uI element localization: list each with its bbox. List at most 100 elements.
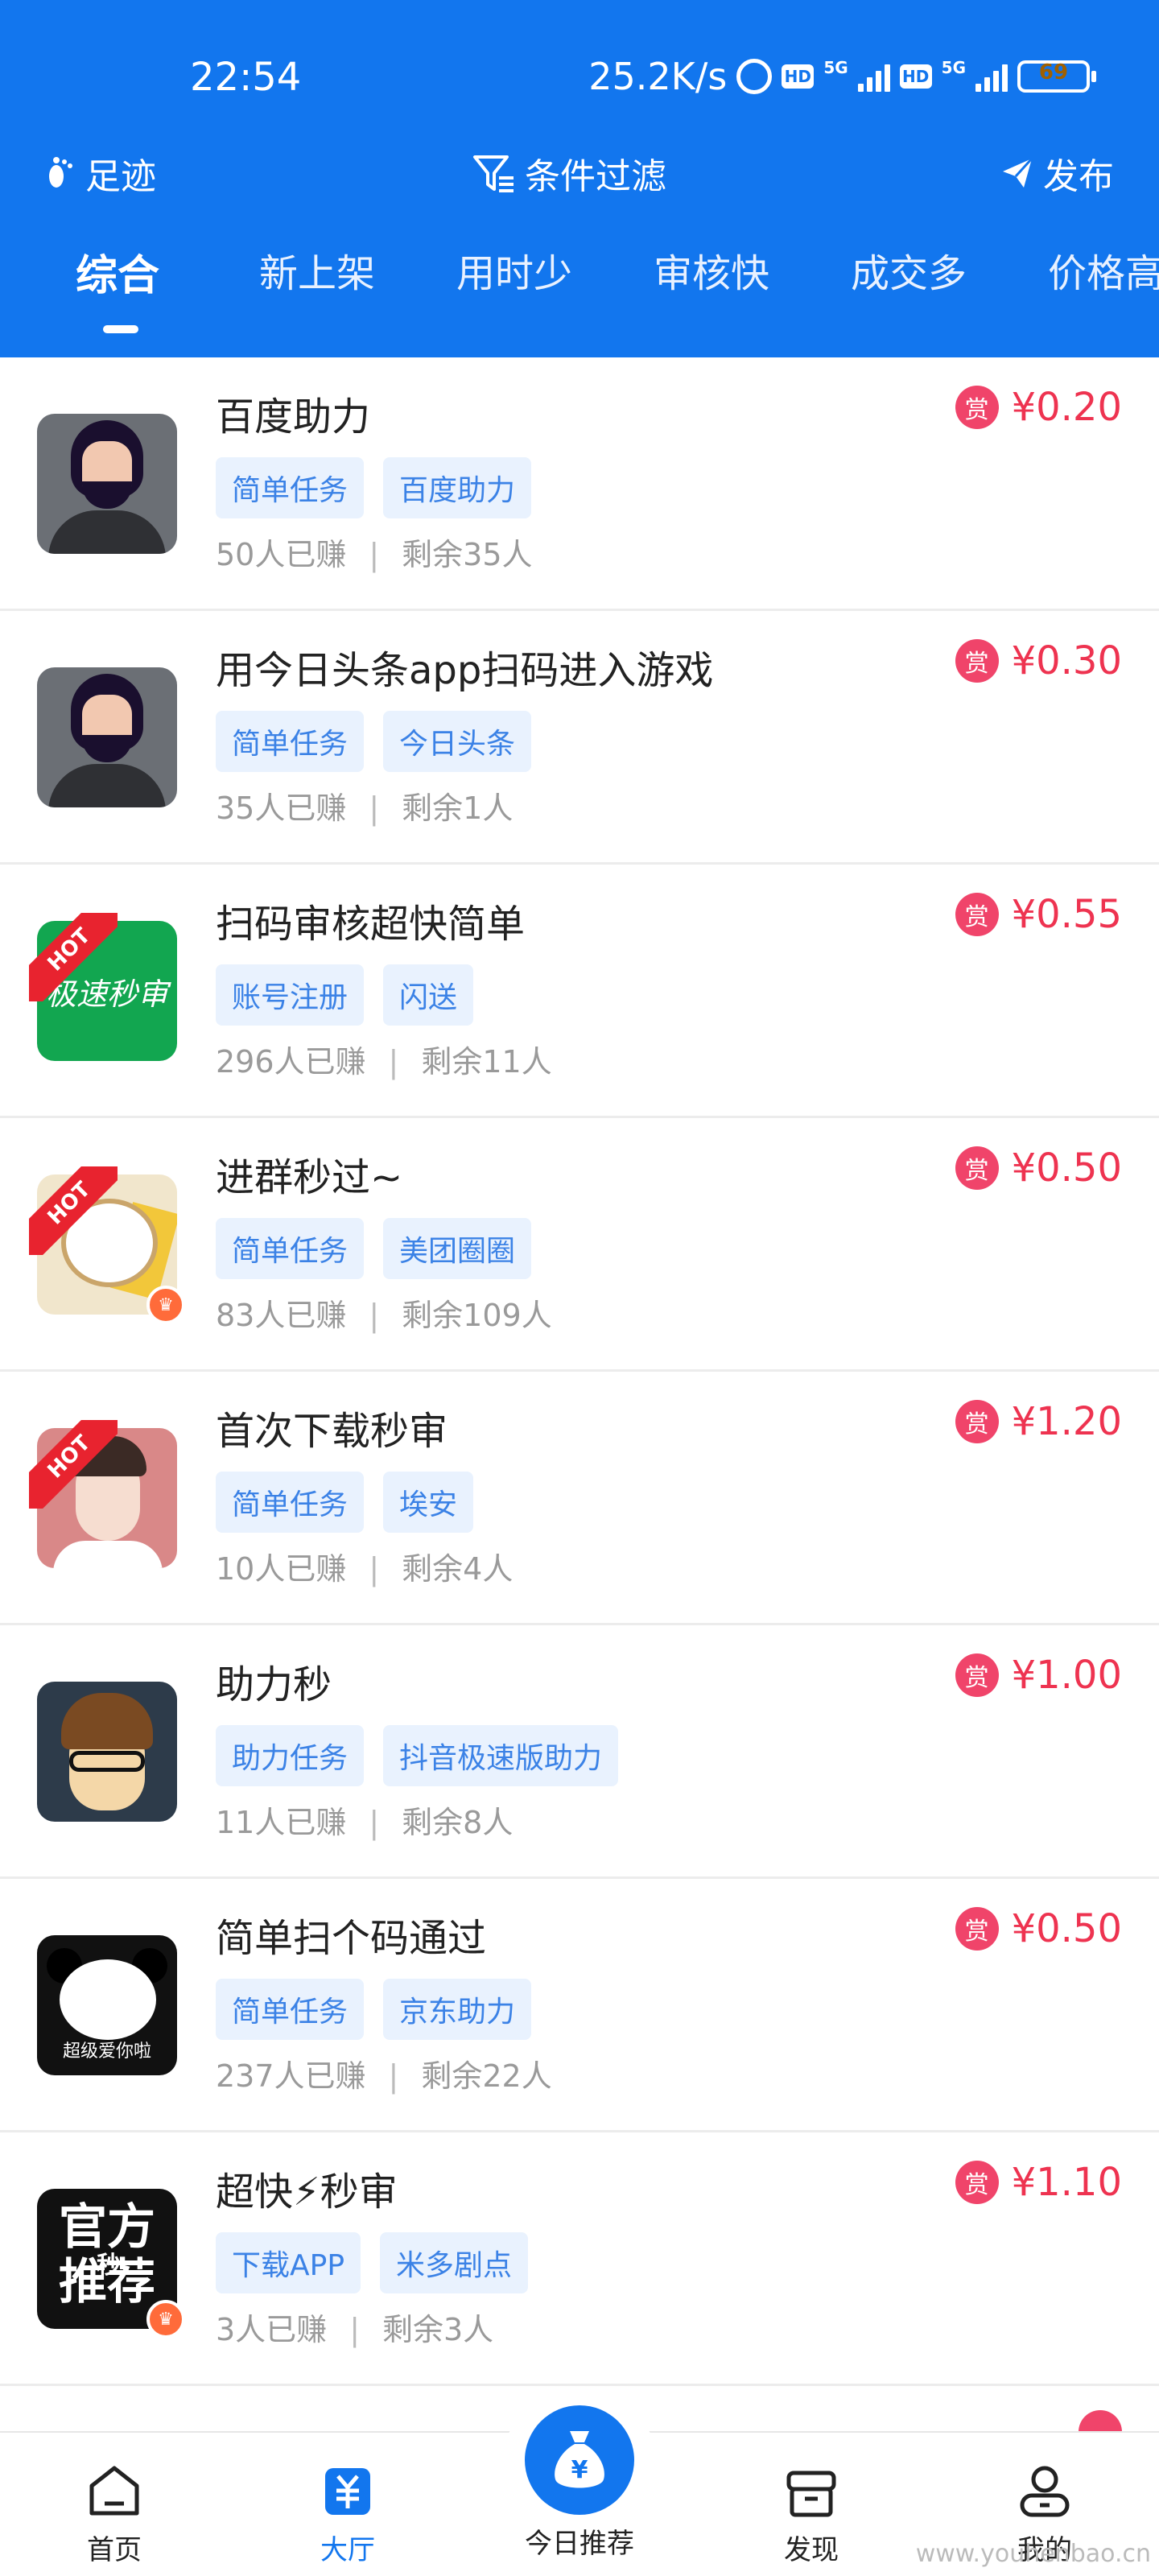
earned-count: 11人已赚 <box>216 1805 347 1840</box>
hd-icon-2: HD <box>899 64 932 89</box>
battery-level: 69 <box>1038 60 1069 85</box>
task-item[interactable]: 用今日头条app扫码进入游戏 简单任务 今日头条 35人已赚 | 剩余1人 赏 ¥0.… <box>0 611 1159 865</box>
tab-less-time[interactable]: 用时少 <box>456 242 572 298</box>
avatar <box>37 667 177 807</box>
footprint-label: 足迹 <box>85 156 156 197</box>
task-item[interactable]: 官方 推荐 秒 ♛ 超快⚡秒审 下载APP 米多剧点 3人已赚 | 剩余3人 赏 ¥1… <box>0 2132 1159 2386</box>
status-bar: 22:54 25.2K/s HD 5G HD 5G 69 <box>0 48 1159 113</box>
publish-button[interactable]: 发布 <box>1000 137 1114 209</box>
reward-price: ¥1.00 <box>1011 1653 1122 1698</box>
send-icon <box>1003 157 1033 188</box>
network-speed: 25.2K/s <box>588 55 728 98</box>
footprint-icon <box>49 157 72 188</box>
reward: 赏 ¥1.10 <box>955 2160 1122 2205</box>
task-title: 扫码审核超快简单 <box>216 902 526 947</box>
reward: 赏 ¥0.50 <box>955 1146 1122 1191</box>
signal-bars-icon-2 <box>975 61 1008 92</box>
tag: 米多剧点 <box>380 2232 529 2293</box>
reward: 赏 ¥0.30 <box>955 638 1122 683</box>
reward-badge: 赏 <box>955 2161 999 2204</box>
avatar-text-mid: 秒 <box>97 2252 121 2280</box>
battery-icon: 69 <box>1017 60 1096 93</box>
watermark: www.youhenbao.cn <box>915 2540 1151 2568</box>
remaining-count: 剩余4人 <box>402 1551 514 1587</box>
footprint-button[interactable]: 足迹 <box>45 137 156 209</box>
tab-price[interactable]: 价格高 <box>1048 242 1159 298</box>
money-bag-icon: ¥ <box>555 2431 604 2488</box>
hot-ribbon: HOT <box>29 1166 118 1255</box>
tab-new[interactable]: 新上架 <box>259 242 375 298</box>
status-time: 22:54 <box>190 55 302 100</box>
task-tags: 简单任务 美团圈圈 <box>216 1218 532 1279</box>
task-title: 用今日头条app扫码进入游戏 <box>216 648 714 693</box>
reward-price: ¥0.50 <box>1011 1146 1122 1191</box>
tag: 闪送 <box>383 964 474 1026</box>
earned-count: 83人已赚 <box>216 1298 347 1333</box>
nav-discover[interactable]: 发现 <box>747 2462 876 2567</box>
5g-label: 5G <box>823 58 848 77</box>
5g-label-2: 5G <box>941 58 966 77</box>
tag: 抖音极速版助力 <box>383 1725 619 1786</box>
task-meta: 50人已赚 | 剩余35人 <box>216 537 533 572</box>
avatar: 超级爱你啦 <box>37 1935 177 2075</box>
hot-ribbon: HOT <box>29 913 118 1001</box>
nav-discover-label: 发现 <box>784 2534 839 2566</box>
nav-home-label: 首页 <box>87 2534 142 2566</box>
crown-icon: ♛ <box>146 1286 185 1324</box>
reward-badge: 赏 <box>955 1653 999 1697</box>
reward: 赏 ¥0.55 <box>955 892 1122 937</box>
task-meta: 35人已赚 | 剩余1人 <box>216 791 514 826</box>
filter-label: 条件过滤 <box>525 156 666 197</box>
nav-home[interactable]: 首页 <box>50 2462 179 2567</box>
nav-hall[interactable]: 大厅 <box>283 2462 412 2567</box>
tag: 简单任务 <box>216 1472 365 1533</box>
tag: 下载APP <box>216 2232 361 2293</box>
task-item[interactable]: 超级爱你啦 简单扫个码通过 简单任务 京东助力 237人已赚 | 剩余22人 赏 ¥0… <box>0 1879 1159 2132</box>
tab-fast-review[interactable]: 审核快 <box>654 242 769 298</box>
reward-price: ¥1.20 <box>1011 1399 1122 1444</box>
tab-comprehensive[interactable]: 综合 <box>76 242 159 302</box>
tag: 简单任务 <box>216 711 365 772</box>
earned-count: 237人已赚 <box>216 2058 366 2094</box>
remaining-count: 剩余35人 <box>402 537 533 572</box>
filter-icon <box>473 155 514 192</box>
tag: 助力任务 <box>216 1725 365 1786</box>
task-item[interactable]: HOT ♛ 进群秒过~ 简单任务 美团圈圈 83人已赚 | 剩余109人 赏 ¥0.5… <box>0 1118 1159 1372</box>
tab-most-deals[interactable]: 成交多 <box>851 242 967 298</box>
earned-count: 35人已赚 <box>216 791 347 826</box>
task-meta: 237人已赚 | 剩余22人 <box>216 2058 552 2094</box>
reward: 赏 ¥1.00 <box>955 1653 1122 1698</box>
reward-price: ¥0.55 <box>1011 892 1122 937</box>
task-tags: 助力任务 抖音极速版助力 <box>216 1725 619 1786</box>
tag: 简单任务 <box>216 1979 365 2040</box>
remaining-count: 剩余22人 <box>421 2058 552 2094</box>
remaining-count: 剩余8人 <box>402 1805 514 1840</box>
alarm-icon <box>736 59 773 94</box>
task-meta: 296人已赚 | 剩余11人 <box>216 1044 552 1080</box>
earned-count: 50人已赚 <box>216 537 347 572</box>
task-meta: 3人已赚 | 剩余3人 <box>216 2312 494 2347</box>
task-title: 超快⚡秒审 <box>216 2169 398 2215</box>
tab-indicator <box>103 325 138 333</box>
task-title: 进群秒过~ <box>216 1155 403 1200</box>
filter-button[interactable]: 条件过滤 <box>472 137 666 209</box>
today-recommend-label: 今日推荐 <box>525 2528 634 2560</box>
tag: 今日头条 <box>383 711 532 772</box>
earned-count: 10人已赚 <box>216 1551 347 1587</box>
reward-badge: 赏 <box>955 1146 999 1190</box>
task-item[interactable]: HOT 首次下载秒审 简单任务 埃安 10人已赚 | 剩余4人 赏 ¥1.20 <box>0 1372 1159 1625</box>
home-icon <box>89 2466 139 2516</box>
reward-price: ¥1.10 <box>1011 2160 1122 2205</box>
today-recommend-button[interactable]: ¥ <box>525 2405 634 2515</box>
task-item[interactable]: HOT 极速秒审 扫码审核超快简单 账号注册 闪送 296人已赚 | 剩余11人 赏… <box>0 865 1159 1118</box>
discover-icon <box>786 2471 836 2517</box>
tag: 简单任务 <box>216 457 365 518</box>
nav-hall-label: 大厅 <box>320 2534 375 2566</box>
tag: 京东助力 <box>383 1979 532 2040</box>
publish-label: 发布 <box>1043 156 1114 197</box>
tag: 百度助力 <box>383 457 532 518</box>
task-item[interactable]: 百度助力 简单任务 百度助力 50人已赚 | 剩余35人 赏 ¥0.20 <box>0 357 1159 611</box>
task-item[interactable]: 助力秒 助力任务 抖音极速版助力 11人已赚 | 剩余8人 赏 ¥1.00 <box>0 1625 1159 1879</box>
category-tabs: 综合 新上架 用时少 审核快 成交多 价格高 <box>0 242 1159 338</box>
task-tags: 简单任务 京东助力 <box>216 1979 532 2040</box>
